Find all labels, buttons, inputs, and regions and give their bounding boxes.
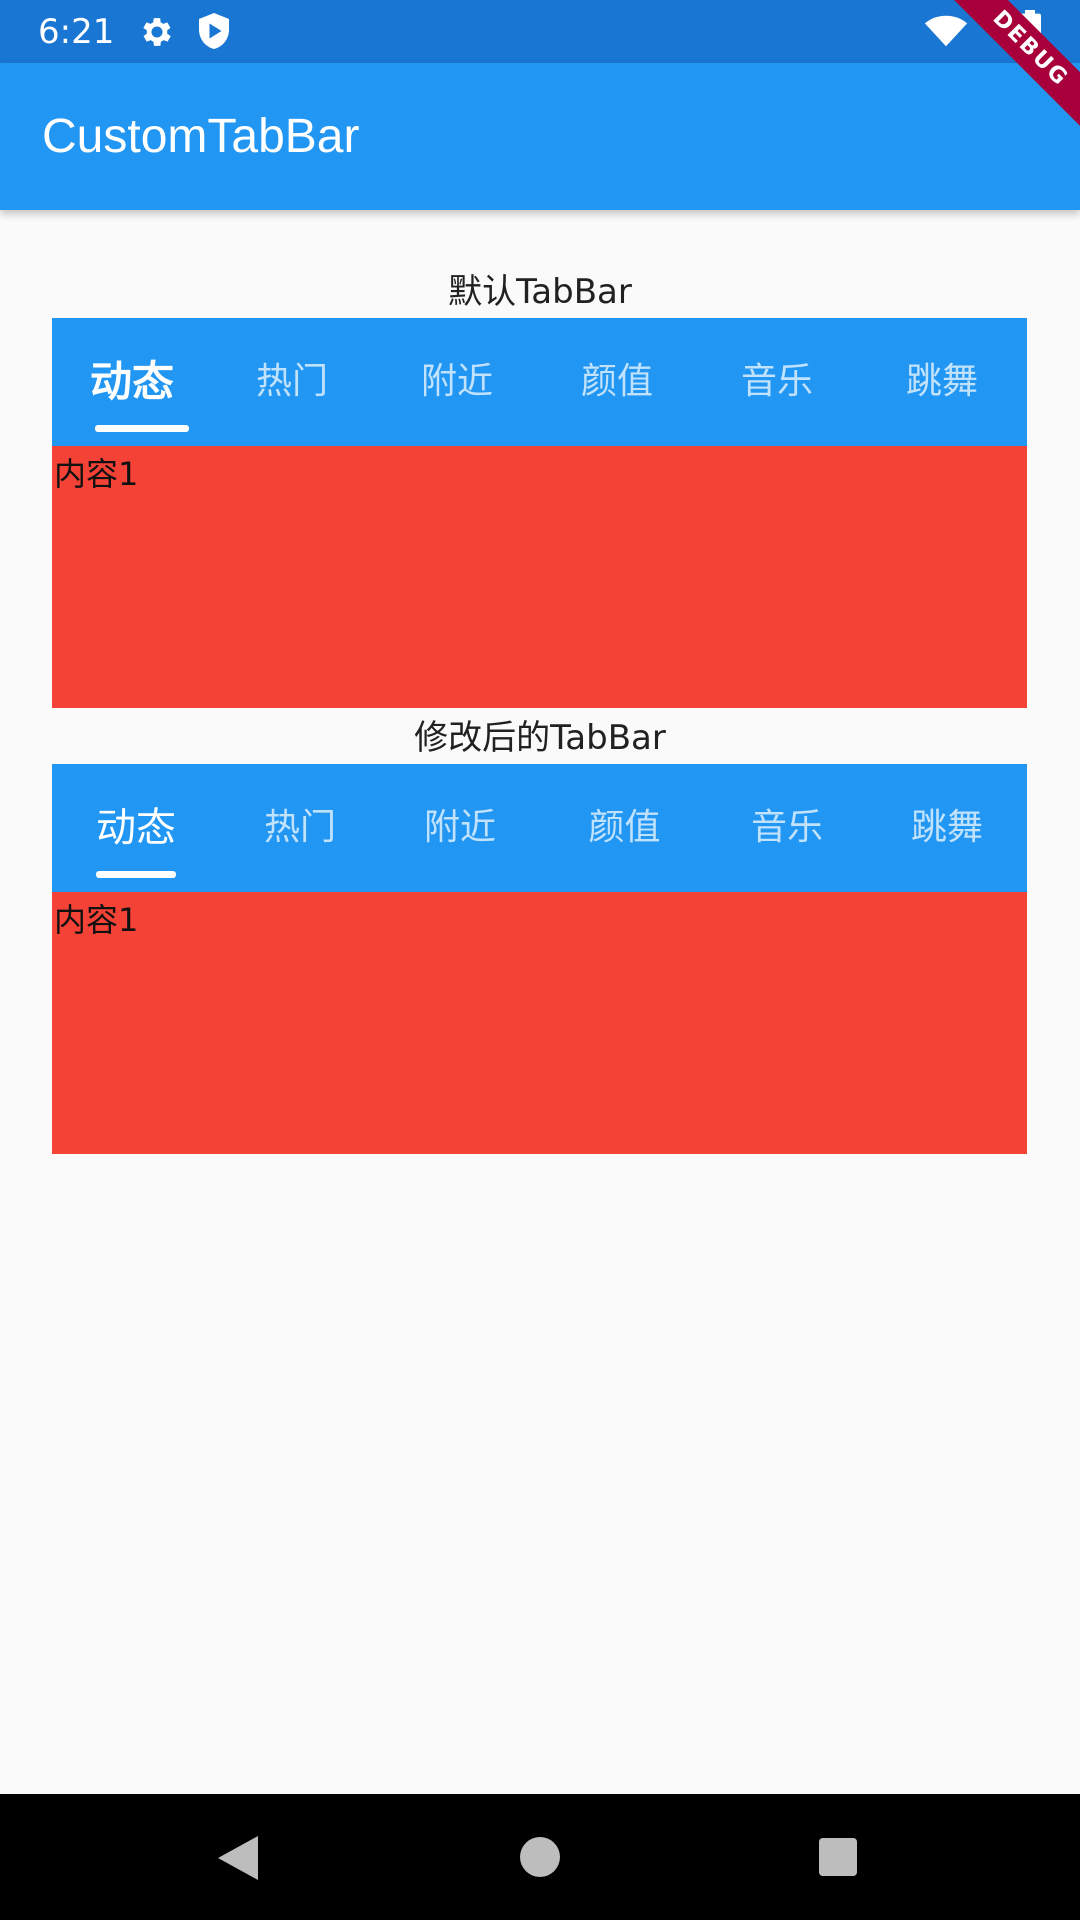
wifi-icon — [924, 15, 968, 47]
app-bar: CustomTabBar — [0, 63, 1080, 210]
tab-tiaowu[interactable]: 跳舞 — [857, 318, 1027, 446]
gear-icon — [143, 18, 171, 46]
tab-indicator — [95, 425, 189, 432]
tab-fujin[interactable]: 附近 — [377, 318, 537, 446]
content-text: 内容1 — [54, 455, 139, 493]
tab-content-modified: 内容1 — [52, 892, 1027, 1154]
app-title: CustomTabBar — [42, 110, 360, 163]
nav-bar — [0, 1794, 1080, 1920]
section-label-default: 默认TabBar — [448, 272, 632, 312]
back-icon[interactable] — [218, 1836, 258, 1880]
tab-remen[interactable]: 热门 — [212, 318, 372, 446]
tab-fujin[interactable]: 附近 — [380, 764, 540, 892]
tab-bar-modified: 动态 热门 附近 颜值 音乐 跳舞 — [52, 764, 1027, 892]
home-icon[interactable] — [520, 1837, 560, 1877]
recents-icon[interactable] — [819, 1838, 857, 1876]
tab-yanzhi[interactable]: 颜值 — [542, 764, 707, 892]
content-text: 内容1 — [54, 901, 139, 939]
section-label-modified: 修改后的TabBar — [414, 718, 666, 758]
tab-indicator — [96, 871, 176, 878]
tab-remen[interactable]: 热门 — [220, 764, 380, 892]
status-time: 6:21 — [38, 12, 115, 52]
tab-content-default: 内容1 — [52, 446, 1027, 708]
tab-yinyue[interactable]: 音乐 — [707, 764, 867, 892]
tab-bar-default: 动态 热门 附近 颜值 音乐 跳舞 — [52, 318, 1027, 446]
tab-tiaowu[interactable]: 跳舞 — [867, 764, 1027, 892]
tab-yinyue[interactable]: 音乐 — [697, 318, 857, 446]
status-bar: 6:21 — [0, 0, 1080, 63]
shield-icon — [199, 13, 229, 49]
tab-yanzhi[interactable]: 颜值 — [537, 318, 697, 446]
